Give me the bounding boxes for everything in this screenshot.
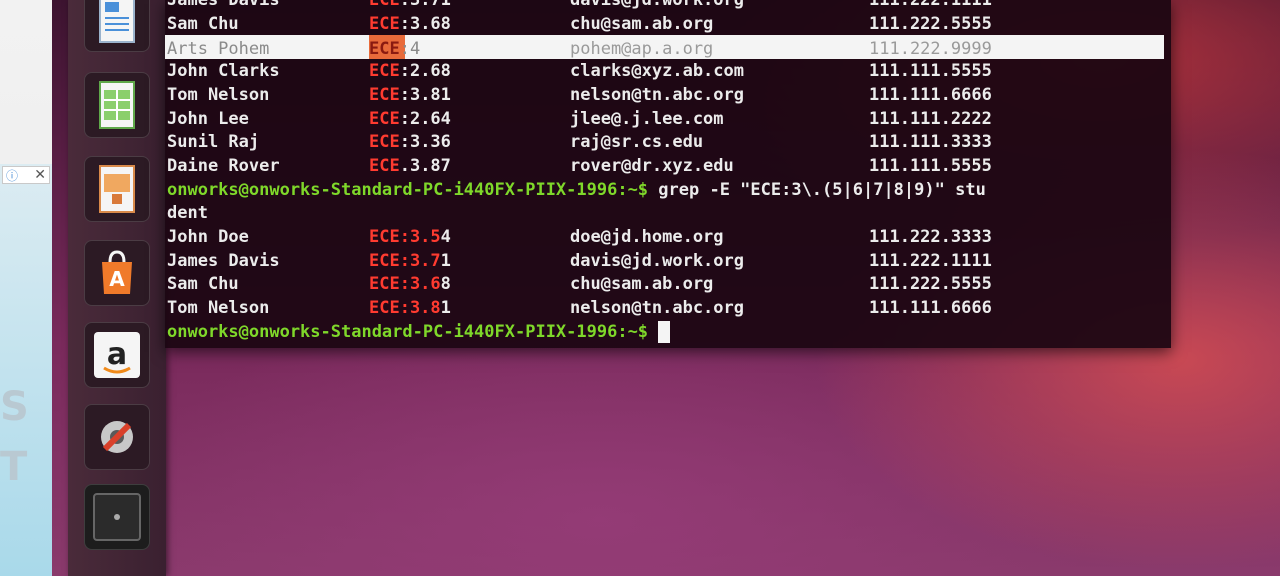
student-name: Tom Nelson (167, 84, 270, 105)
result-email: nelson@tn.abc.org (570, 298, 744, 319)
launcher-item-writer[interactable] (84, 0, 150, 52)
result-dept-gpa: ECE:3.68 (369, 274, 451, 295)
student-dept-gpa: ECE:3.81 (369, 84, 451, 105)
student-dept-gpa: ECE:3.71 (369, 0, 451, 10)
student-phone: 111.222.5555 (869, 13, 992, 34)
student-phone: 111.111.6666 (869, 84, 992, 105)
result-email: davis@jd.work.org (570, 250, 744, 271)
student-name: Arts Pohem (167, 39, 270, 60)
amazon-icon: a (94, 332, 140, 378)
ad-letter: S (0, 384, 29, 430)
spreadsheet-icon (99, 81, 135, 129)
student-phone: 111.222.1111 (869, 0, 992, 10)
result-dept-gpa: ECE:3.71 (369, 250, 451, 271)
terminal-line: Tom Nelson ECE:3.81 nelson@tn.abc.org 111.1… (165, 296, 1171, 320)
launcher-item-calc[interactable] (84, 72, 150, 138)
document-icon (99, 0, 135, 43)
result-phone: 111.222.1111 (869, 250, 992, 271)
final-prompt: onworks@onworks-Standard-PC-i440FX-PIIX-… (167, 320, 671, 344)
student-name: James Davis (167, 0, 280, 10)
student-email: chu@sam.ab.org (570, 13, 714, 34)
student-phone: 111.111.5555 (869, 61, 992, 82)
student-dept-gpa: ECE:3.68 (369, 13, 451, 34)
terminal-line: Sam Chu ECE:3.68 chu@sam.ab.org 111.222.555… (165, 272, 1171, 296)
svg-text:a: a (107, 337, 127, 372)
result-phone: 111.222.3333 (869, 227, 992, 247)
student-email: pohem@ap.a.org (570, 39, 714, 60)
shopping-bag-icon: A (102, 250, 132, 294)
result-name: Sam Chu (167, 274, 239, 295)
svg-text:A: A (109, 267, 125, 291)
student-phone: 111.222.9999 (869, 39, 992, 60)
terminal-line: Sunil Raj ECE:3.36 raj@sr.cs.edu 111.111.33… (165, 130, 1171, 154)
terminal-line: James Davis ECE:3.71 davis@jd.work.org 111.… (165, 249, 1171, 273)
terminal-line: John Lee ECE:2.64 jlee@.j.lee.com 111.111.2… (165, 107, 1171, 131)
ad-letter: T (0, 444, 28, 490)
gear-wrench-icon (101, 421, 133, 453)
student-dept-gpa: ECE:3.36 (369, 132, 451, 153)
terminal-line: Daine Rover ECE.3.87 rover@dr.xyz.edu 111.1… (165, 154, 1171, 178)
close-icon[interactable]: ✕ (34, 167, 46, 183)
terminal-line: onworks@onworks-Standard-PC-i440FX-PIIX-… (165, 178, 1171, 202)
student-dept-gpa: ECE:2.64 (369, 108, 451, 129)
command-line: onworks@onworks-Standard-PC-i440FX-PIIX-… (167, 179, 986, 200)
student-email: davis@jd.work.org (570, 0, 744, 10)
student-name: Daine Rover (167, 155, 280, 176)
student-email: raj@sr.cs.edu (570, 132, 704, 153)
launcher-item-terminal[interactable] (84, 484, 150, 550)
text-cursor[interactable] (658, 320, 671, 343)
terminal-line: dent (165, 201, 1171, 225)
student-name: John Lee (167, 108, 249, 129)
result-email: chu@sam.ab.org (570, 274, 714, 295)
student-name: Sunil Raj (167, 132, 260, 153)
student-phone: 111.111.2222 (869, 108, 992, 129)
launcher-item-impress[interactable] (84, 156, 150, 222)
student-name: Sam Chu (167, 13, 239, 34)
launcher: A a (68, 0, 166, 576)
command-line-wrap: dent (167, 203, 208, 224)
launcher-item-settings[interactable] (84, 404, 150, 470)
result-dept-gpa: ECE:3.54 (369, 227, 451, 247)
student-email: clarks@xyz.ab.com (570, 61, 744, 82)
terminal-line: onworks@onworks-Standard-PC-i440FX-PIIX-… (165, 320, 1171, 344)
result-name: John Doe (167, 227, 249, 247)
result-dept-gpa: ECE:3.81 (369, 298, 451, 319)
student-dept-gpa: ECE:4 (369, 39, 421, 60)
student-dept-gpa: ECE.3.87 (369, 155, 451, 176)
student-email: rover@dr.xyz.edu (570, 155, 734, 176)
terminal-window[interactable]: James Davis ECE:3.71 davis@jd.work.org 111.… (165, 0, 1171, 348)
terminal-line: Tom Nelson ECE:3.81 nelson@tn.abc.org 111.1… (165, 83, 1171, 107)
student-phone: 111.111.5555 (869, 155, 992, 176)
info-icon[interactable]: ⓘ (6, 167, 18, 184)
student-email: nelson@tn.abc.org (570, 84, 744, 105)
student-name: John Clarks (167, 61, 280, 82)
terminal-line: Sam Chu ECE:3.68 chu@sam.ab.org 111.222.555… (165, 12, 1171, 36)
ad-badge[interactable]: ⓘ ✕ (2, 166, 50, 184)
student-phone: 111.111.3333 (869, 132, 992, 153)
student-email: jlee@.j.lee.com (570, 108, 724, 129)
result-name: Tom Nelson (167, 298, 270, 319)
result-phone: 111.222.5555 (869, 274, 992, 295)
launcher-item-amazon[interactable]: a (84, 322, 150, 388)
launcher-item-software[interactable]: A (84, 240, 150, 306)
terminal-line: James Davis ECE:3.71 davis@jd.work.org 111.… (165, 0, 1171, 12)
student-dept-gpa: ECE:2.68 (369, 61, 451, 82)
terminal-line: John Clarks ECE:2.68 clarks@xyz.ab.com 111.… (165, 59, 1171, 83)
presentation-icon (99, 165, 135, 213)
terminal-line: Arts Pohem ECE:4 pohem@ap.a.org 111.222.999… (165, 37, 1171, 61)
result-name: James Davis (167, 250, 280, 271)
result-email: doe@jd.home.org (570, 227, 724, 247)
terminal-line: John Doe ECE:3.54 doe@jd.home.org 111.222.3… (165, 225, 1171, 249)
ad-panel[interactable]: S T (0, 164, 52, 576)
result-phone: 111.111.6666 (869, 298, 992, 319)
terminal-icon (93, 493, 141, 541)
